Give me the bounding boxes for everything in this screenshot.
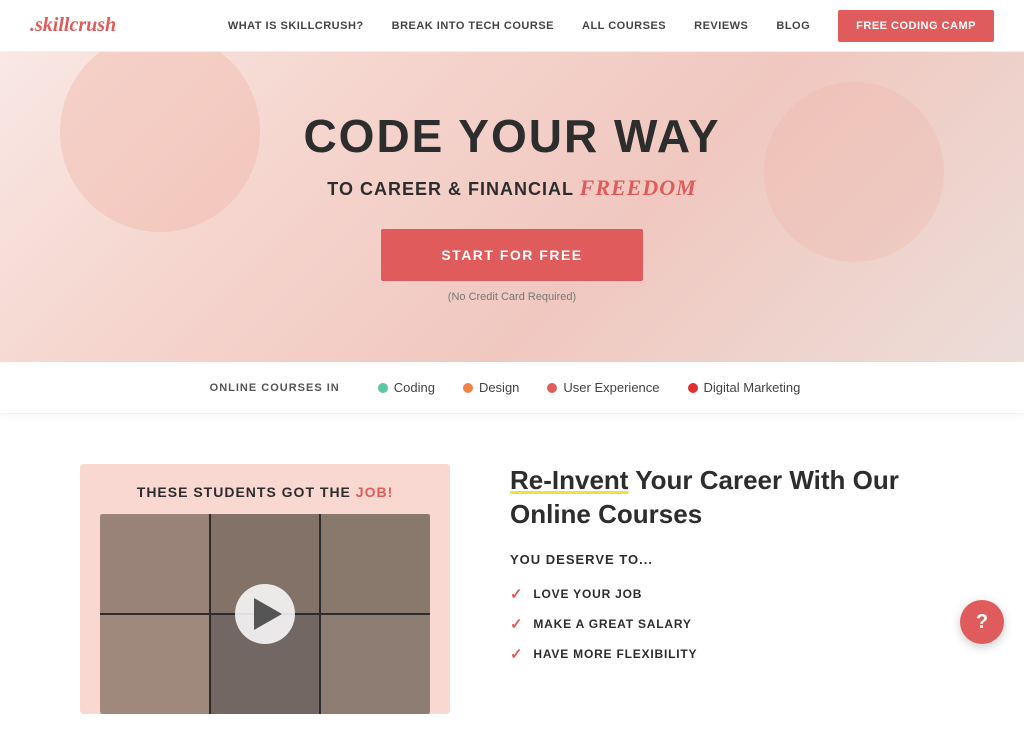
checklist-label-2: MAKE A GREAT SALARY: [533, 617, 691, 631]
check-icon-2: ✓: [510, 615, 523, 633]
dot-coding: [378, 383, 388, 393]
video-cell-4: [100, 615, 209, 714]
course-label-coding: Coding: [394, 380, 435, 395]
text-block: Re-Invent Your Career With Our Online Co…: [510, 464, 944, 663]
video-title-prefix: THESE STUDENTS GOT THE: [137, 484, 351, 500]
checklist-item-2: ✓ MAKE A GREAT SALARY: [510, 615, 944, 633]
logo[interactable]: .skillcrush: [30, 14, 116, 37]
hero-section: CODE YOUR WAY TO CAREER & FINANCIAL FREE…: [0, 52, 1024, 362]
video-title-highlight: JOB!: [356, 484, 393, 500]
checklist: ✓ LOVE YOUR JOB ✓ MAKE A GREAT SALARY ✓ …: [510, 585, 944, 663]
no-credit-note: (No Credit Card Required): [303, 291, 720, 303]
checklist-label-1: LOVE YOUR JOB: [533, 587, 642, 601]
hero-title: CODE YOUR WAY: [303, 111, 720, 162]
courses-bar-label: ONLINE COURSES IN: [210, 382, 340, 394]
start-for-free-button[interactable]: START FOR FREE: [381, 229, 642, 281]
nav-break-into-tech[interactable]: BREAK INTO TECH COURSE: [392, 20, 554, 32]
deserve-label: YOU DESERVE TO...: [510, 552, 944, 567]
help-button[interactable]: ?: [960, 600, 1004, 644]
checklist-label-3: HAVE MORE FLEXIBILITY: [533, 647, 697, 661]
nav-what-is[interactable]: WHAT IS SKILLCRUSH?: [228, 20, 364, 32]
checklist-item-1: ✓ LOVE YOUR JOB: [510, 585, 944, 603]
reinvent-title: Re-Invent Your Career With Our Online Co…: [510, 464, 944, 532]
checklist-item-3: ✓ HAVE MORE FLEXIBILITY: [510, 645, 944, 663]
dot-ux: [547, 383, 557, 393]
hero-subtitle-highlight: FREEDOM: [580, 175, 697, 200]
header: .skillcrush WHAT IS SKILLCRUSH? BREAK IN…: [0, 0, 1024, 52]
course-tag-marketing[interactable]: Digital Marketing: [688, 380, 801, 395]
hero-content: CODE YOUR WAY TO CAREER & FINANCIAL FREE…: [303, 111, 720, 304]
video-cell-6: [321, 615, 430, 714]
main-nav: WHAT IS SKILLCRUSH? BREAK INTO TECH COUR…: [228, 10, 994, 42]
main-section: THESE STUDENTS GOT THE JOB! Re-Invent Yo…: [0, 414, 1024, 754]
course-tag-coding[interactable]: Coding: [378, 380, 435, 395]
video-player[interactable]: [100, 514, 430, 714]
course-tag-ux[interactable]: User Experience: [547, 380, 659, 395]
reinvent-underline-text: Re-Invent: [510, 465, 628, 495]
hero-subtitle: TO CAREER & FINANCIAL FREEDOM: [303, 175, 720, 201]
play-triangle-icon: [254, 598, 282, 630]
video-cell-3: [321, 514, 430, 613]
hero-subtitle-prefix: TO CAREER & FINANCIAL: [327, 179, 573, 199]
nav-blog[interactable]: BLOG: [776, 20, 810, 32]
nav-all-courses[interactable]: ALL COURSES: [582, 20, 666, 32]
course-label-ux: User Experience: [563, 380, 659, 395]
nav-reviews[interactable]: REVIEWS: [694, 20, 748, 32]
video-cell-1: [100, 514, 209, 613]
course-label-marketing: Digital Marketing: [704, 380, 801, 395]
video-block: THESE STUDENTS GOT THE JOB!: [80, 464, 450, 714]
play-button[interactable]: [235, 584, 295, 644]
video-title: THESE STUDENTS GOT THE JOB!: [100, 484, 430, 500]
course-label-design: Design: [479, 380, 519, 395]
dot-marketing: [688, 383, 698, 393]
free-coding-camp-button[interactable]: FreE CODING CAMP: [838, 10, 994, 42]
courses-bar: ONLINE COURSES IN Coding Design User Exp…: [0, 362, 1024, 414]
help-icon: ?: [976, 611, 988, 634]
dot-design: [463, 383, 473, 393]
check-icon-3: ✓: [510, 645, 523, 663]
check-icon-1: ✓: [510, 585, 523, 603]
course-tag-design[interactable]: Design: [463, 380, 519, 395]
